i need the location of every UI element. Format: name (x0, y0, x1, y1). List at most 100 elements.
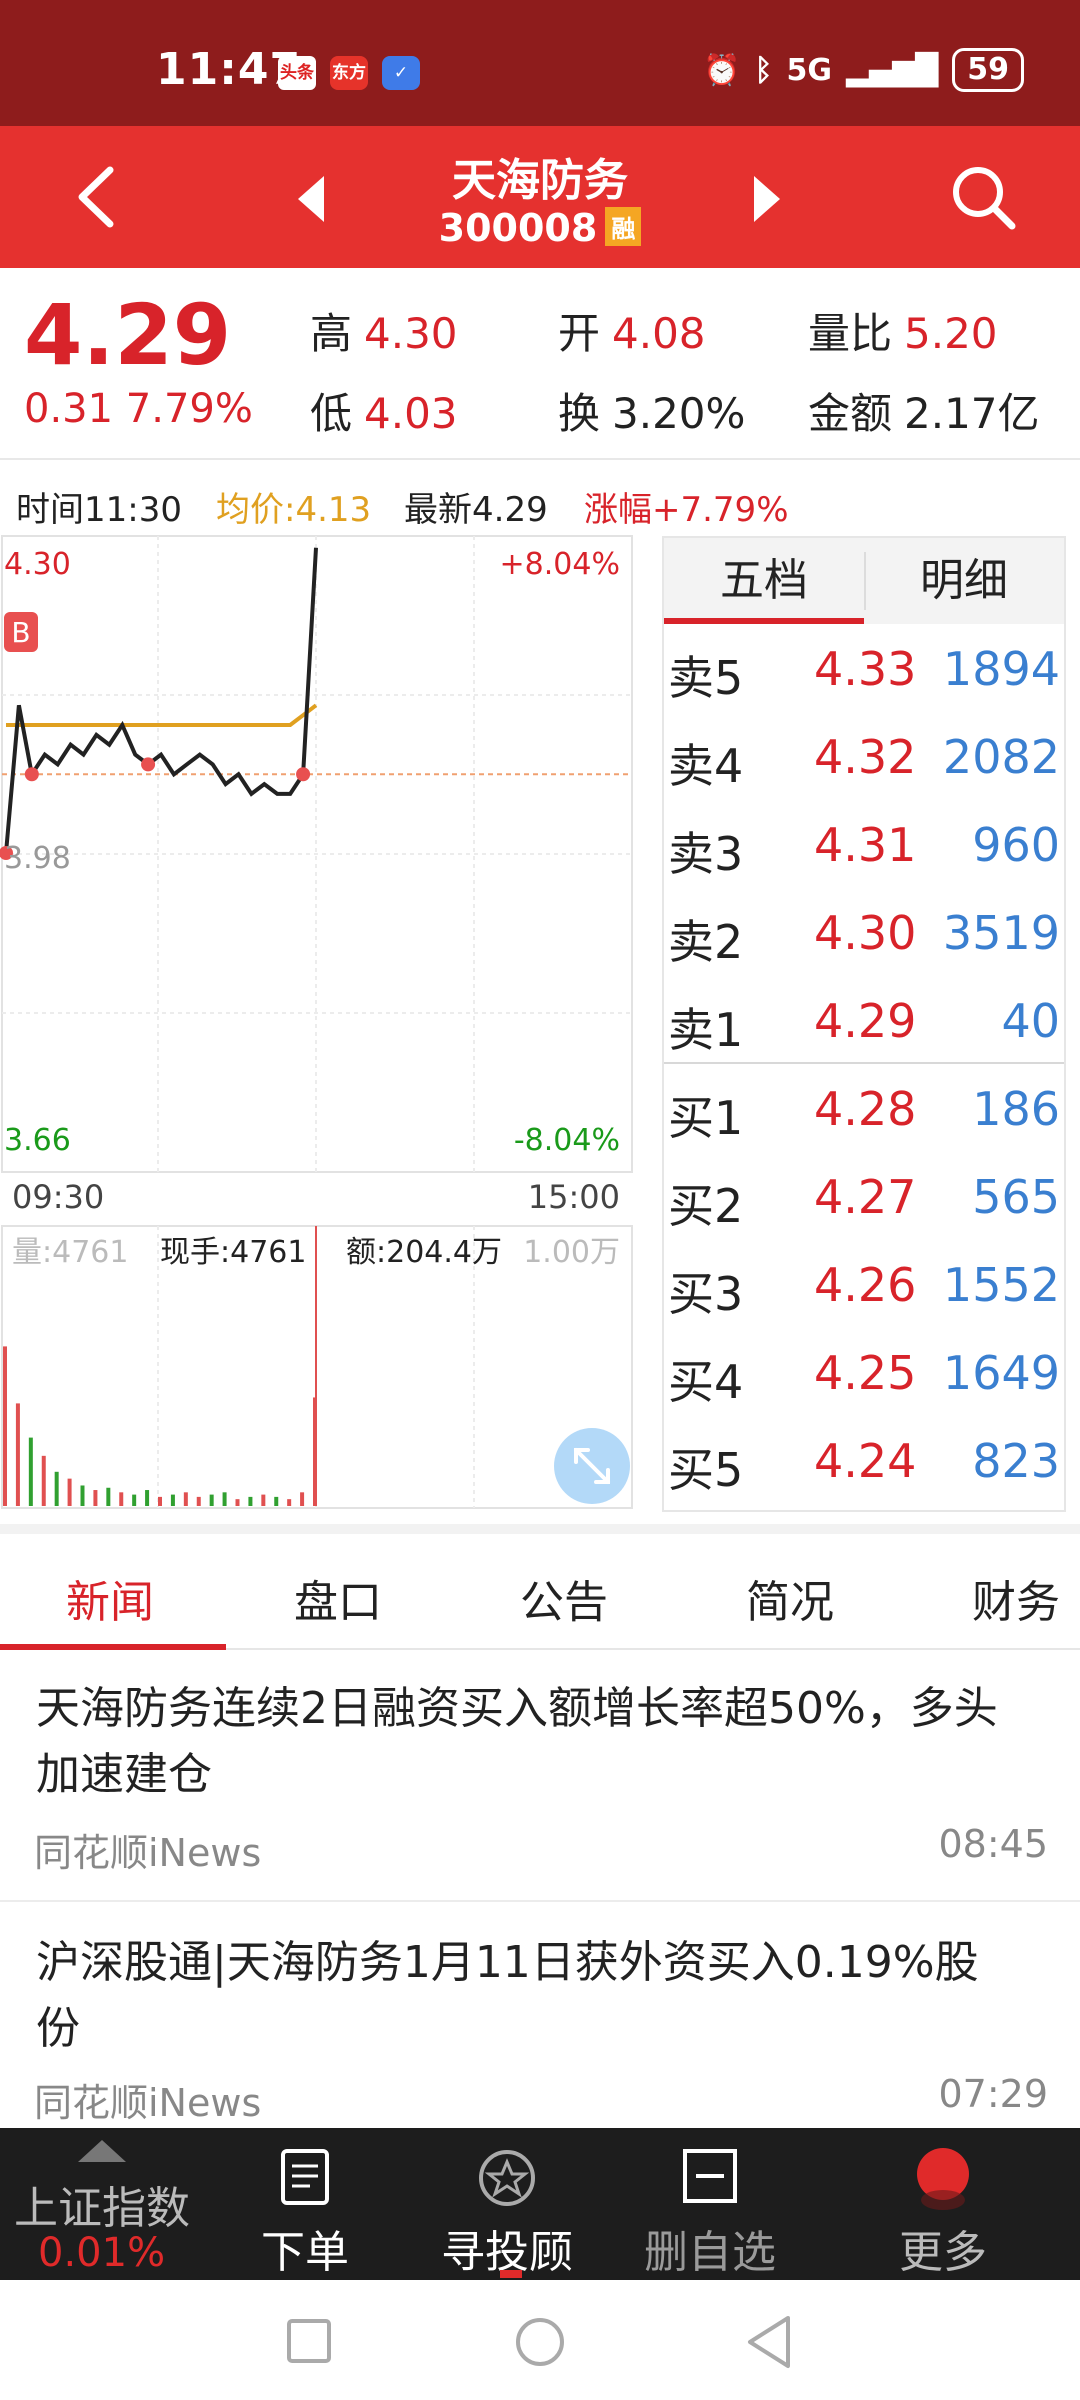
back-triangle-icon[interactable] (744, 2314, 792, 2370)
news-source: 同花顺iNews (34, 2081, 262, 2125)
tab-handicap[interactable]: 盘口 (294, 1566, 382, 1630)
vol-amount: 额:204.4万 (346, 1235, 502, 1270)
status-bar: 11:47 头条 东方 ✓ ⏰ ᛒ 5G ▂▄▆█ 59 (0, 0, 1080, 126)
volume-bar (54, 1471, 59, 1506)
bid-row[interactable]: 买2 4.27 565 (664, 1154, 1064, 1242)
recents-square-icon[interactable] (286, 2318, 332, 2364)
trade-point (141, 757, 156, 772)
index-pct: 0.01% (38, 2230, 166, 2276)
trade-point (24, 767, 39, 782)
order-button[interactable]: 下单 (230, 2128, 380, 2280)
tab-details[interactable]: 明细 (864, 538, 1064, 624)
section-gap (0, 1524, 1080, 1534)
open-value: 4.08 (612, 309, 706, 358)
advisor-button[interactable]: 寻投顾 (420, 2128, 594, 2280)
ask-price: 4.30 (814, 906, 917, 960)
vol-ratio-label: 量比 (808, 309, 893, 358)
system-nav-bar (0, 2280, 1080, 2400)
news-time: 07:29 (938, 2072, 1048, 2116)
next-stock-icon[interactable] (752, 174, 782, 224)
index-name: 上证指数 (14, 2183, 190, 2234)
bid-row[interactable]: 买1 4.28 186 (664, 1066, 1064, 1154)
alarm-icon: ⏰ (703, 52, 741, 88)
ask-row[interactable]: 卖1 4.29 40 (664, 978, 1064, 1066)
chart-info-line: 时间11:30 均价:4.13 最新4.29 涨幅+7.79% (0, 470, 1080, 534)
ask-volume: 40 (1001, 994, 1060, 1048)
volume-bar (183, 1492, 188, 1506)
news-item[interactable]: 天海防务连续2日融资买入额增长率超50%，多头加速建仓 同花顺iNews 08:… (0, 1650, 1080, 1902)
bid-label: 买3 (668, 1267, 744, 1321)
ask-row[interactable]: 卖2 4.30 3519 (664, 890, 1064, 978)
ask-row[interactable]: 卖5 4.33 1894 (664, 626, 1064, 714)
bid-price: 4.24 (814, 1434, 917, 1488)
ask-price: 4.29 (814, 994, 917, 1048)
info-change: 涨幅+7.79% (584, 490, 789, 530)
status-right: ⏰ ᛒ 5G ▂▄▆█ 59 (703, 48, 1024, 92)
volume-bar (196, 1496, 201, 1506)
bid-price: 4.26 (814, 1258, 917, 1312)
advisor-indicator (500, 2270, 522, 2278)
vol-ratio-value: 5.20 (904, 309, 998, 358)
ask-row[interactable]: 卖3 4.31 960 (664, 802, 1064, 890)
network-label: 5G (786, 52, 832, 88)
more-label: 更多 (899, 2227, 987, 2278)
volume-bar (209, 1494, 214, 1506)
news-source: 同花顺iNews (34, 1831, 262, 1875)
vol-label: 量:4761 (12, 1235, 128, 1270)
volume-bar (67, 1478, 72, 1506)
bid-label: 买1 (668, 1091, 744, 1145)
tab-announcements[interactable]: 公告 (520, 1566, 608, 1630)
ask-volume: 960 (972, 818, 1060, 872)
axis-top-price: 4.30 (4, 547, 71, 582)
turnover-value: 3.20% (612, 389, 746, 438)
expand-chart-button[interactable] (554, 1428, 630, 1504)
bid-price: 4.27 (814, 1170, 917, 1224)
open-cell: 开 4.08 (558, 300, 706, 361)
axis-top-pct: +8.04% (500, 547, 620, 582)
more-button[interactable]: 更多 (868, 2128, 1018, 2280)
intraday-chart[interactable]: B 4.30 3.98 3.66 +8.04% -8.04% 09:30 15:… (0, 532, 634, 1512)
ask-row[interactable]: 卖4 4.32 2082 (664, 714, 1064, 802)
bid-label: 买2 (668, 1179, 744, 1233)
bid-volume: 1552 (942, 1258, 1060, 1312)
axis-bottom-pct: -8.04% (514, 1123, 620, 1158)
ask-price: 4.33 (814, 642, 917, 696)
tab-financials[interactable]: 财务 (972, 1566, 1060, 1630)
news-item[interactable]: 沪深股通|天海防务1月11日获外资买入0.19%股份 同花顺iNews 07:2… (0, 1904, 1080, 2128)
info-time: 时间11:30 (16, 490, 182, 530)
tab-news[interactable]: 新闻 (66, 1566, 154, 1630)
home-circle-icon[interactable] (514, 2316, 566, 2368)
ask-volume: 3519 (942, 906, 1060, 960)
info-avg: 均价:4.13 (216, 490, 372, 530)
stock-code-line: 300008 融 (0, 206, 1080, 250)
volume-bar (41, 1455, 46, 1506)
tab-profile[interactable]: 简况 (746, 1566, 834, 1630)
bluetooth-icon: ᛒ (754, 52, 773, 88)
order-book-divider (664, 1062, 1064, 1064)
bid-row[interactable]: 买4 4.25 1649 (664, 1330, 1064, 1418)
ask-label: 卖3 (668, 827, 744, 881)
volume-bar (106, 1487, 111, 1506)
intraday-chart-svg: B 4.30 3.98 3.66 +8.04% -8.04% 09:30 15:… (0, 535, 633, 1509)
current-price: 4.29 (24, 286, 232, 384)
collapse-up-icon (78, 2140, 126, 2162)
order-book: 五档 明细 卖5 4.33 1894 卖4 4.32 2082 卖3 4.31 … (662, 536, 1066, 1512)
battery-icon: 59 (952, 48, 1024, 92)
order-doc-icon (281, 2149, 329, 2205)
dongfang-app-icon: 东方 (330, 56, 368, 90)
bid-row[interactable]: 买5 4.24 823 (664, 1418, 1064, 1506)
bid-label: 买4 (668, 1355, 744, 1409)
bid-row[interactable]: 买3 4.26 1552 (664, 1242, 1064, 1330)
ask-price: 4.31 (814, 818, 917, 872)
now-hand: 现手:4761 (160, 1235, 306, 1270)
remove-watchlist-button[interactable]: 删自选 (630, 2128, 790, 2280)
search-icon[interactable] (948, 162, 1018, 232)
volume-bar (170, 1494, 175, 1506)
index-ticker[interactable]: 上证指数 0.01% (0, 2128, 210, 2280)
order-book-tabs: 五档 明细 (664, 538, 1064, 624)
low-label: 低 (310, 389, 353, 438)
tab-five-levels[interactable]: 五档 (664, 538, 864, 624)
amount-cell: 金额 2.17亿 (808, 380, 1040, 441)
volume-bar (3, 1346, 7, 1506)
bid-volume: 1649 (942, 1346, 1060, 1400)
